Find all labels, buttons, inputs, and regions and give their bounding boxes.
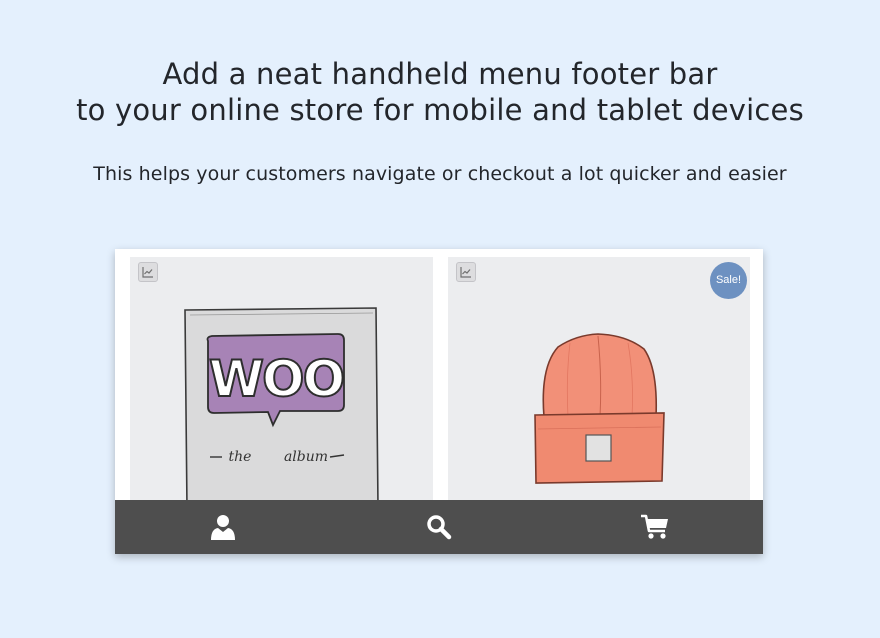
search-icon [427,515,452,540]
woo-album-illustration: WOO the album [184,307,379,509]
subheadline: This helps your customers navigate or ch… [93,163,787,185]
footer-account-button[interactable] [115,500,331,554]
account-icon [211,515,235,540]
handheld-footer-bar [115,500,763,554]
cart-icon [641,514,668,539]
mobile-store-preview: WOO the album Sale! [115,249,763,554]
headline-line-1: Add a neat handheld menu footer bar [162,57,718,91]
orange-beanie-illustration [534,333,665,484]
headline-line-2: to your online store for mobile and tabl… [76,93,804,127]
footer-cart-button[interactable] [547,500,763,554]
svg-text:the: the [229,449,252,465]
product-card-woo-album[interactable]: WOO the album [130,257,433,509]
sale-badge: Sale! [710,262,747,299]
footer-search-button[interactable] [331,500,547,554]
stats-icon [456,262,476,282]
svg-text:WOO: WOO [209,350,343,408]
stats-icon [138,262,158,282]
headline: Add a neat handheld menu footer bar to y… [0,56,880,128]
svg-text:album: album [284,449,328,465]
product-card-beanie[interactable]: Sale! [448,257,750,509]
